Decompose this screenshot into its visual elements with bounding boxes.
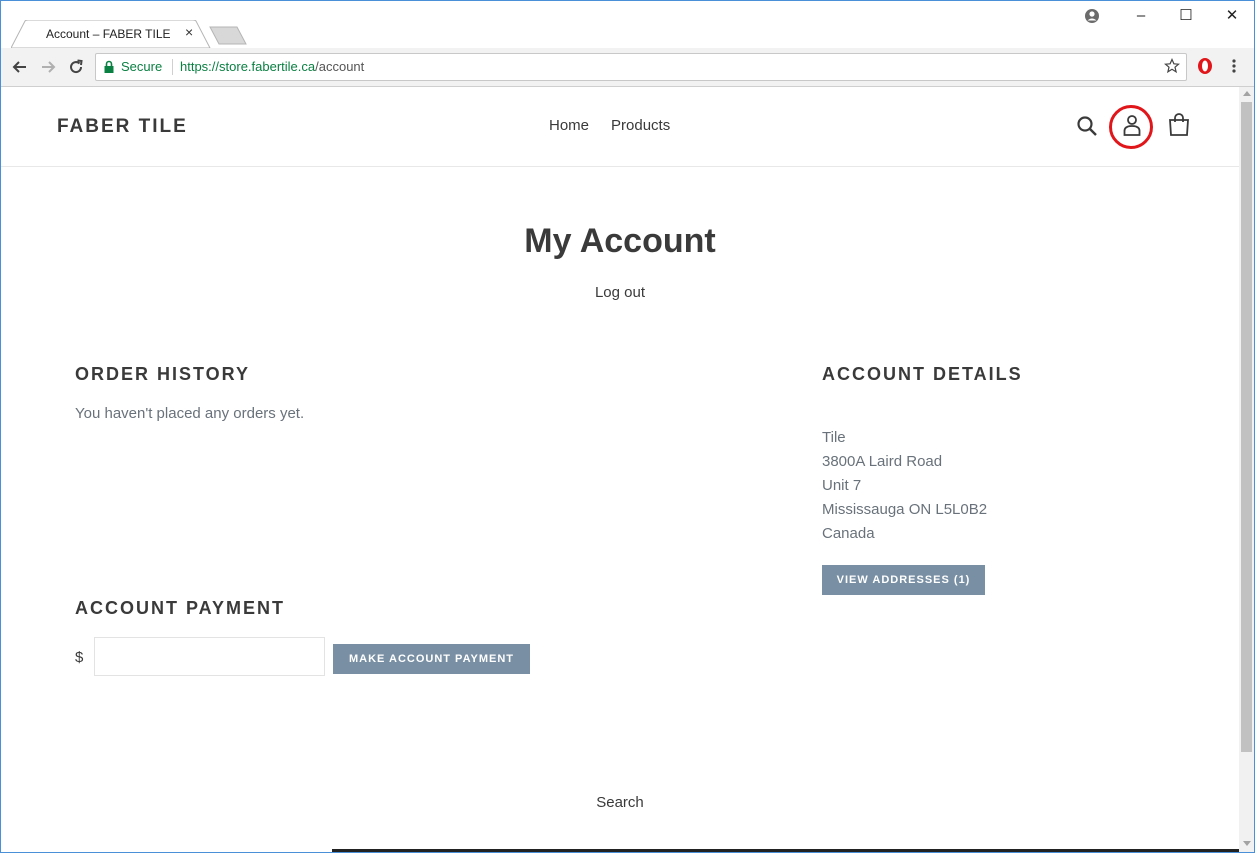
address-line: 3800A Laird Road — [822, 453, 943, 470]
url-host: https://store.fabertile.ca — [180, 59, 316, 74]
view-addresses-button[interactable]: VIEW ADDRESSES (1) — [822, 565, 985, 595]
address-line: Canada — [822, 525, 875, 542]
browser-window: Account – FABER TILE × – ☐ ✕ Secure http… — [0, 0, 1255, 853]
profile-icon[interactable] — [1084, 8, 1100, 29]
search-icon[interactable] — [1076, 115, 1098, 137]
url-text[interactable]: https://store.fabertile.ca/account — [180, 59, 364, 74]
address-line: Tile — [822, 429, 846, 446]
maximize-button[interactable]: ☐ — [1171, 5, 1201, 27]
account-details-heading: ACCOUNT DETAILS — [822, 364, 1023, 384]
address-line: Unit 7 — [822, 477, 862, 494]
minimize-button[interactable]: – — [1126, 5, 1156, 27]
lock-icon — [104, 60, 114, 73]
nav-products-link[interactable]: Products — [611, 117, 670, 134]
make-account-payment-button[interactable]: MAKE ACCOUNT PAYMENT — [333, 644, 530, 674]
tab-title: Account – FABER TILE — [46, 27, 171, 41]
main-nav: Home Products — [549, 117, 692, 134]
back-arrow-icon[interactable] — [10, 57, 30, 77]
url-path: /account — [315, 59, 365, 74]
close-window-button[interactable]: ✕ — [1217, 5, 1247, 27]
no-orders-text: You haven't placed any orders yet. — [75, 405, 305, 422]
scroll-up-arrow-icon[interactable] — [1243, 91, 1251, 96]
scroll-thumb[interactable] — [1241, 102, 1252, 752]
footer-search-link[interactable]: Search — [1, 794, 1239, 811]
title-bar: Account – FABER TILE × – ☐ ✕ — [1, 1, 1254, 48]
order-history-heading: ORDER HISTORY — [75, 364, 251, 384]
payment-amount-input[interactable] — [94, 637, 325, 676]
tab-account[interactable]: Account – FABER TILE × — [11, 20, 211, 48]
browser-toolbar: Secure https://store.fabertile.ca/accoun… — [1, 48, 1254, 87]
account-payment-heading: ACCOUNT PAYMENT — [75, 598, 286, 618]
reload-icon[interactable] — [66, 57, 86, 77]
nav-home-link[interactable]: Home — [549, 117, 589, 134]
currency-symbol: $ — [75, 649, 84, 666]
address-line: Mississauga ON L5L0B2 — [822, 501, 988, 518]
cart-bag-icon[interactable] — [1168, 113, 1190, 137]
address-bar[interactable]: Secure https://store.fabertile.ca/accoun… — [95, 53, 1187, 81]
secure-label: Secure — [121, 59, 163, 74]
kebab-menu-icon[interactable] — [1231, 58, 1237, 74]
logout-link[interactable]: Log out — [1, 284, 1239, 301]
scroll-down-arrow-icon[interactable] — [1243, 841, 1251, 846]
page-viewport: FABER TILE Home Products My Account Log o… — [1, 87, 1239, 852]
bottom-bar — [332, 849, 1239, 852]
opera-extension-icon[interactable] — [1197, 57, 1213, 75]
page-title: My Account — [524, 222, 716, 260]
forward-arrow-icon[interactable] — [38, 57, 58, 77]
site-logo[interactable]: FABER TILE — [57, 116, 188, 138]
bookmark-star-icon[interactable] — [1164, 58, 1180, 74]
omnibox-divider — [172, 59, 173, 75]
site-header: FABER TILE Home Products — [1, 87, 1239, 167]
account-icon[interactable] — [1122, 114, 1142, 138]
close-tab-icon[interactable]: × — [185, 25, 193, 39]
page-scrollbar[interactable] — [1239, 87, 1254, 852]
